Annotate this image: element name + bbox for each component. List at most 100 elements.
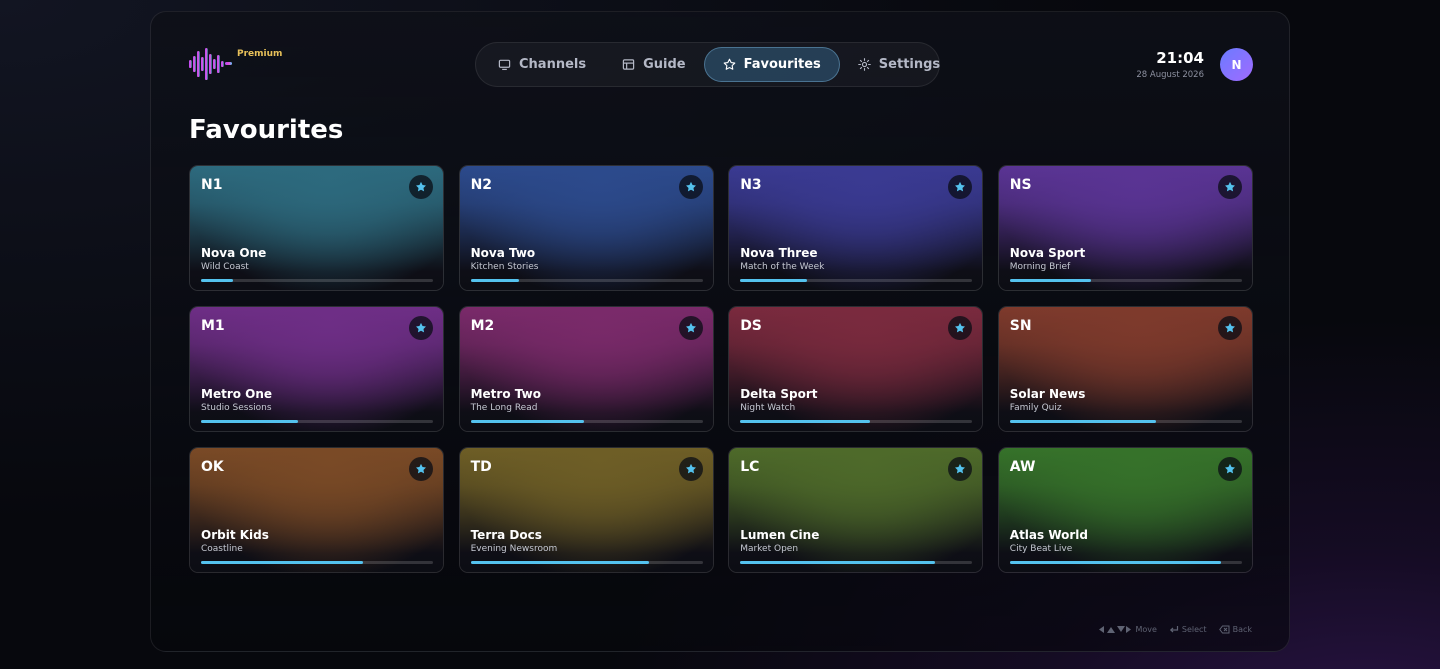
star-icon <box>416 181 426 192</box>
favourite-toggle[interactable] <box>678 316 703 340</box>
channel-code: TD <box>470 459 492 475</box>
star-icon <box>416 463 426 474</box>
hint-label: Move <box>1135 625 1157 634</box>
program-title: Studio Sessions <box>201 403 272 413</box>
channel-card[interactable]: LC Lumen Cine Market Open <box>728 447 984 573</box>
progress-fill <box>470 561 650 564</box>
channel-card[interactable]: OK Orbit Kids Coastline <box>189 447 444 573</box>
star-icon <box>955 181 966 192</box>
channel-card[interactable]: NS Nova Sport Morning Brief <box>997 165 1253 291</box>
favourite-toggle[interactable] <box>1217 457 1242 481</box>
channel-code: N3 <box>740 177 762 193</box>
enter-icon <box>1169 626 1178 633</box>
channel-name: Lumen Cine <box>740 528 820 542</box>
program-title: Morning Brief <box>1009 262 1071 272</box>
favourite-toggle[interactable] <box>678 175 703 199</box>
progress-track <box>470 279 703 282</box>
star-icon <box>685 181 696 192</box>
progress-fill <box>740 561 936 564</box>
channel-card[interactable]: SN Solar News Family Quiz <box>997 306 1253 432</box>
channel-code: DS <box>740 318 762 334</box>
progress-track <box>1009 420 1242 423</box>
progress-track <box>1009 561 1242 564</box>
channel-card[interactable]: N1 Nova One Wild Coast <box>189 165 444 291</box>
favourite-toggle[interactable] <box>409 457 433 481</box>
favourite-toggle[interactable] <box>948 316 973 340</box>
progress-fill <box>740 279 808 282</box>
nav-guide[interactable]: Guide <box>604 47 704 82</box>
progress-fill <box>470 420 585 423</box>
channel-name: Delta Sport <box>740 387 818 401</box>
channel-card[interactable]: N2 Nova Two Kitchen Stories <box>458 165 714 291</box>
nav-channels[interactable]: Channels <box>480 47 604 82</box>
favourite-toggle[interactable] <box>409 175 433 199</box>
program-title: City Beat Live <box>1009 544 1073 554</box>
channel-name: Orbit Kids <box>201 528 269 542</box>
channel-code: M2 <box>470 318 495 334</box>
progress-fill <box>1009 561 1221 564</box>
program-title: Evening Newsroom <box>470 544 558 554</box>
program-title: Family Quiz <box>1009 403 1062 413</box>
channel-code: N2 <box>470 177 493 193</box>
star-icon <box>685 463 696 474</box>
channel-code: SN <box>1009 318 1032 334</box>
channel-card[interactable]: M1 Metro One Studio Sessions <box>189 306 444 432</box>
program-title: Night Watch <box>740 403 796 413</box>
progress-fill <box>201 561 364 564</box>
nav-label: Settings <box>878 57 941 72</box>
key-hints: Move Select Back <box>1098 625 1252 634</box>
star-icon <box>1224 181 1235 192</box>
favourite-toggle[interactable] <box>948 175 973 199</box>
channel-card[interactable]: N3 Nova Three Match of the Week <box>728 165 984 291</box>
progress-track <box>740 561 973 564</box>
channel-code: LC <box>740 459 760 475</box>
progress-track <box>470 561 703 564</box>
main-nav: Channels Guide Favourites Settings <box>475 42 940 87</box>
hint-label: Select <box>1181 625 1207 634</box>
progress-fill <box>1009 279 1091 282</box>
channel-card[interactable]: DS Delta Sport Night Watch <box>728 306 984 432</box>
star-icon <box>723 58 735 70</box>
clock: 21:04 28 August 2026 <box>1136 49 1204 80</box>
channel-card[interactable]: TD Terra Docs Evening Newsroom <box>458 447 714 573</box>
channel-code: N1 <box>201 177 223 193</box>
hint-move: Move <box>1098 625 1157 634</box>
progress-track <box>201 279 433 282</box>
favourite-toggle[interactable] <box>409 316 433 340</box>
channel-name: Solar News <box>1009 387 1086 401</box>
favourite-toggle[interactable] <box>1217 316 1242 340</box>
channel-name: Nova Three <box>740 246 818 260</box>
channel-code: NS <box>1009 177 1032 193</box>
progress-fill <box>1009 420 1156 423</box>
arrows-icon <box>1099 626 1132 633</box>
logo-waveform-icon <box>189 48 232 80</box>
progress-track <box>470 420 703 423</box>
user-avatar[interactable]: N <box>1220 48 1253 81</box>
progress-track <box>740 420 973 423</box>
favourite-toggle[interactable] <box>1217 175 1242 199</box>
nav-settings[interactable]: Settings <box>840 47 958 82</box>
star-icon <box>416 322 426 333</box>
program-title: The Long Read <box>470 403 538 413</box>
star-icon <box>955 322 966 333</box>
program-title: Wild Coast <box>201 262 249 272</box>
star-icon <box>1224 322 1235 333</box>
clock-time: 21:04 <box>1156 49 1204 67</box>
program-title: Coastline <box>201 544 243 554</box>
channel-name: Nova One <box>201 246 267 260</box>
star-icon <box>955 463 966 474</box>
favourites-grid: N1 Nova One Wild Coast N2 Nova Two Kitch… <box>189 165 1253 573</box>
star-icon <box>1224 463 1235 474</box>
favourite-toggle[interactable] <box>948 457 973 481</box>
progress-track <box>201 420 433 423</box>
nav-favourites[interactable]: Favourites <box>703 47 840 82</box>
channel-name: Metro One <box>201 387 273 401</box>
favourite-toggle[interactable] <box>678 457 703 481</box>
progress-track <box>1009 279 1242 282</box>
channel-name: Nova Two <box>470 246 536 260</box>
channel-card[interactable]: AW Atlas World City Beat Live <box>997 447 1253 573</box>
channel-code: AW <box>1009 459 1036 475</box>
channel-card[interactable]: M2 Metro Two The Long Read <box>458 306 714 432</box>
hint-back: Back <box>1218 625 1252 634</box>
progress-fill <box>201 279 234 282</box>
